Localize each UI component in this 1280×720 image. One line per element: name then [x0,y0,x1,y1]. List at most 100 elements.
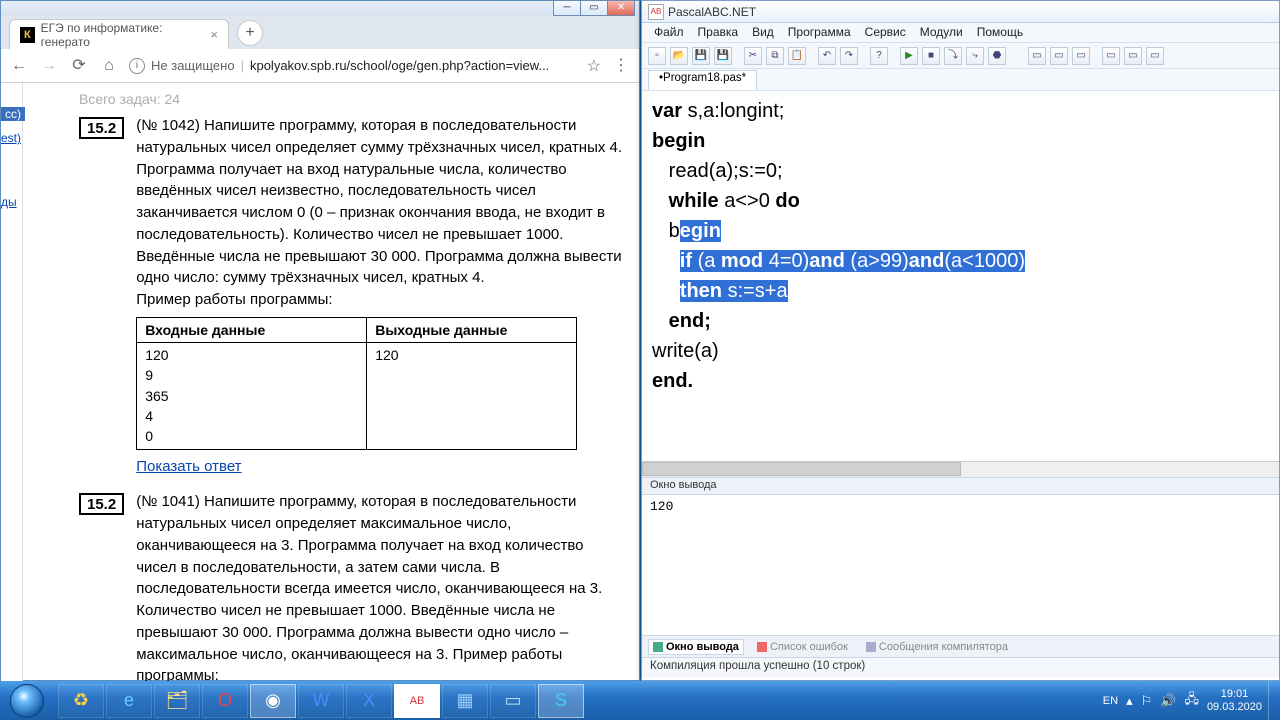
favicon-icon: К [20,27,35,43]
task-body: (№ 1041) Напишите программу, которая в п… [136,491,625,682]
windows-orb-icon [10,684,44,718]
task-block: 15.2 (№ 1041) Напишите программу, котора… [79,491,625,682]
taskbar-app-icon[interactable]: ▦ [442,684,488,718]
taskbar-pascal-icon[interactable]: AB [394,684,440,718]
file-tab[interactable]: •Program18.pas* [648,70,757,90]
tool-panel6-icon[interactable]: ▭ [1146,47,1164,65]
tool-undo-icon[interactable]: ↶ [818,47,836,65]
chrome-close-button[interactable]: ✕ [607,0,635,16]
pascal-window: AB PascalABC.NET Файл Правка Вид Програм… [641,0,1280,681]
tool-panel1-icon[interactable]: ▭ [1028,47,1046,65]
task-body: (№ 1042) Напишите программу, которая в п… [136,115,625,289]
chrome-titlebar[interactable]: ─ ▭ ✕ [1,1,639,15]
menu-help[interactable]: Помощь [971,23,1029,42]
tool-saveall-icon[interactable]: 💾 [714,47,732,65]
tool-save-icon[interactable]: 💾 [692,47,710,65]
tray-flag-icon[interactable]: ▴ [1126,693,1133,709]
pascal-filetabs: •Program18.pas* [642,69,1279,91]
address-bar[interactable]: i Не защищено | kpolyakov.spb.ru/school/… [129,58,577,74]
tab-compiler[interactable]: Сообщения компилятора [861,639,1013,655]
taskbar-excel-icon[interactable]: X [346,684,392,718]
chrome-max-button[interactable]: ▭ [580,0,608,16]
tool-stop-icon[interactable]: ■ [922,47,940,65]
tool-panel4-icon[interactable]: ▭ [1102,47,1120,65]
tray-lang[interactable]: EN [1103,695,1118,707]
example-label: Пример работы программы: [136,289,625,311]
tray-action-icon[interactable]: ⚐ [1141,693,1153,709]
taskbar-skype-icon[interactable]: S [538,684,584,718]
task-number: 15.2 [79,493,124,515]
menu-modules[interactable]: Модули [914,23,969,42]
pascal-statusbar: Компиляция прошла успешно (10 строк) [642,657,1279,677]
sidebar-link[interactable]: est) [1,131,21,145]
tray-clock[interactable]: 19:0109.03.2020 [1207,688,1262,714]
menu-file[interactable]: Файл [648,23,690,42]
tab-errors[interactable]: Список ошибок [752,639,853,655]
tool-panel2-icon[interactable]: ▭ [1050,47,1068,65]
windows-taskbar: ♻ e 🗂 O ◉ W X AB ▦ ▭ S EN ▴ ⚐ 🔊 🖧 19:010… [0,681,1280,720]
taskbar-opera-icon[interactable]: O [202,684,248,718]
table-cell: 120 [367,343,577,449]
start-button[interactable] [0,681,54,720]
output-panel: 120 [642,495,1279,635]
tab-close-icon[interactable]: × [210,27,218,42]
not-secure-label: Не защищено [151,58,235,73]
pascal-app-icon: AB [648,4,664,20]
chrome-menu-icon[interactable]: ⋮ [611,56,631,76]
tool-open-icon[interactable]: 📂 [670,47,688,65]
tool-copy-icon[interactable]: ⧉ [766,47,784,65]
tool-new-icon[interactable]: ▫ [648,47,666,65]
nav-home-icon[interactable]: ⌂ [99,56,119,76]
task-number: 15.2 [79,117,124,139]
pascal-toolbar: ▫ 📂 💾 💾 ✂ ⧉ 📋 ↶ ↷ ? ▶ ■ ⤵ ⤷ ⬣ ▭ ▭ ▭ ▭ ▭ … [642,43,1279,69]
editor-scrollbar[interactable] [642,461,1279,477]
page-sidebar: сс) est) ды [1,83,23,682]
task-block: 15.2 (№ 1042) Напишите программу, котора… [79,115,625,477]
tool-cut-icon[interactable]: ✂ [744,47,762,65]
nav-reload-icon[interactable]: ⟳ [69,56,89,76]
show-desktop-button[interactable] [1268,681,1280,720]
bottom-tabs: Окно вывода Список ошибок Сообщения комп… [642,635,1279,657]
taskbar-explorer-icon[interactable]: 🗂 [154,684,200,718]
tray-volume-icon[interactable]: 🔊 [1160,693,1176,709]
browser-tab[interactable]: К ЕГЭ по информатике: генерато × [9,19,229,49]
pascal-menubar: Файл Правка Вид Программа Сервис Модули … [642,23,1279,43]
tool-redo-icon[interactable]: ↷ [840,47,858,65]
chrome-min-button[interactable]: ─ [553,0,581,16]
tool-break-icon[interactable]: ⬣ [988,47,1006,65]
tool-run-icon[interactable]: ▶ [900,47,918,65]
chrome-tabstrip: К ЕГЭ по информатике: генерато × + [1,15,639,49]
tool-stepin-icon[interactable]: ⤷ [966,47,984,65]
code-editor[interactable]: var s,a:longint; begin read(a);s:=0; whi… [642,91,1279,461]
menu-service[interactable]: Сервис [859,23,912,42]
system-tray: EN ▴ ⚐ 🔊 🖧 19:0109.03.2020 [1097,688,1268,714]
taskbar-app-icon[interactable]: ♻ [58,684,104,718]
menu-edit[interactable]: Правка [692,23,745,42]
sidebar-link[interactable]: ды [1,195,17,209]
pascal-title: PascalABC.NET [668,5,756,19]
site-info-icon[interactable]: i [129,58,145,74]
taskbar-app-icon[interactable]: ▭ [490,684,536,718]
menu-program[interactable]: Программа [782,23,857,42]
sidebar-badge: сс) [1,107,25,121]
pascal-titlebar[interactable]: AB PascalABC.NET [642,1,1279,23]
tab-output[interactable]: Окно вывода [648,639,744,655]
taskbar-word-icon[interactable]: W [298,684,344,718]
nav-back-icon[interactable]: ← [9,56,29,76]
show-answer-link[interactable]: Показать ответ [136,456,241,478]
nav-forward-icon[interactable]: → [39,56,59,76]
chrome-toolbar: ← → ⟳ ⌂ i Не защищено | kpolyakov.spb.ru… [1,49,639,83]
tray-network-icon[interactable]: 🖧 [1184,690,1199,712]
taskbar-chrome-icon[interactable]: ◉ [250,684,296,718]
taskbar-ie-icon[interactable]: e [106,684,152,718]
tool-panel5-icon[interactable]: ▭ [1124,47,1142,65]
menu-view[interactable]: Вид [746,23,780,42]
output-panel-title: Окно вывода [642,477,1279,495]
bookmark-star-icon[interactable]: ☆ [587,56,601,76]
tool-paste-icon[interactable]: 📋 [788,47,806,65]
chrome-window: ─ ▭ ✕ К ЕГЭ по информатике: генерато × +… [0,0,640,681]
tool-stepover-icon[interactable]: ⤵ [944,47,962,65]
tool-help-icon[interactable]: ? [870,47,888,65]
new-tab-button[interactable]: + [237,20,263,46]
tool-panel3-icon[interactable]: ▭ [1072,47,1090,65]
